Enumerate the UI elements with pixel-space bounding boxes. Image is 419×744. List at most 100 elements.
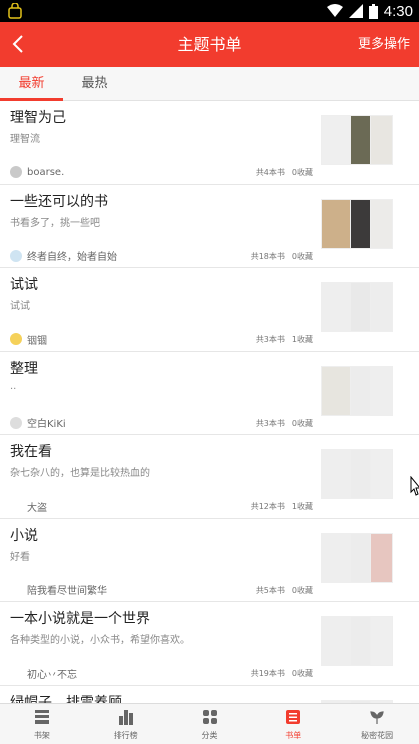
author-name: boarse. xyxy=(27,166,65,178)
avatar xyxy=(10,166,22,178)
nav-category[interactable]: 分类 xyxy=(168,704,252,744)
book-covers xyxy=(321,280,411,336)
booklist-author[interactable]: 铟锢 xyxy=(10,332,47,347)
booklist-title: 一本小说就是一个世界 xyxy=(10,611,150,627)
booklist-item[interactable]: 小说好看陪我看尽世间繁华 共5本书 0收藏 xyxy=(0,518,419,602)
fav-count: 0收藏 xyxy=(291,418,313,428)
book-count: 共4本书 xyxy=(255,168,285,177)
booklist-desc: 好看 xyxy=(10,551,30,563)
book-covers xyxy=(321,197,411,253)
fav-count: 0收藏 xyxy=(291,669,313,678)
nav-ranking[interactable]: 排行榜 xyxy=(84,704,168,744)
bookshelf-icon xyxy=(35,710,49,724)
book-cover xyxy=(321,616,351,666)
booklist-desc: 书看多了，挑一些吧 xyxy=(10,217,100,229)
battery-icon xyxy=(368,3,378,19)
booklist-title: 一些还可以的书 xyxy=(10,193,108,210)
ranking-icon xyxy=(118,710,133,725)
author-name: 终者自终，始者自始 xyxy=(27,252,117,263)
book-count: 共12本书 xyxy=(250,502,285,511)
wifi-icon xyxy=(326,4,343,17)
garden-icon xyxy=(370,711,384,724)
fav-count: 0收藏 xyxy=(291,585,313,595)
mouse-cursor-icon xyxy=(410,476,419,496)
book-cover xyxy=(321,198,351,249)
book-covers xyxy=(321,531,411,587)
booklist-icon xyxy=(286,710,301,724)
booklist-item[interactable]: 一些还可以的书书看多了，挑一些吧终者自终，始者自始 共18本书 0收藏 xyxy=(0,184,419,268)
book-count: 共5本书 xyxy=(255,585,285,595)
booklist-desc: .. xyxy=(10,380,17,392)
booklist-counts: 共5本书 0收藏 xyxy=(249,585,313,596)
booklist-item[interactable]: 试试 试试 铟锢 共3本书 1收藏 xyxy=(0,268,419,352)
booklist-counts: 共18本书 0收藏 xyxy=(244,251,313,262)
book-count: 共18本书 xyxy=(250,251,285,261)
tab-bar: 最新 最热 xyxy=(0,67,419,101)
booklist-item[interactable]: 绿帽子，排雷养顾 xyxy=(0,685,419,704)
book-cover xyxy=(321,699,351,703)
avatar xyxy=(10,583,22,596)
status-bar: 4:30 xyxy=(0,0,419,22)
booklist-title: 我在看 xyxy=(10,444,52,460)
author-name: 铟锢 xyxy=(27,335,47,347)
booklist-title: 整理 xyxy=(10,360,38,377)
booklist-desc: 杂七杂八的，也算是比较热血的 xyxy=(10,468,150,479)
book-cover xyxy=(321,115,351,165)
fav-count: 1收藏 xyxy=(291,335,313,344)
avatar xyxy=(10,249,22,262)
booklist-author[interactable]: 终者自终，始者自始 xyxy=(10,249,117,263)
booklist-desc: 各种类型的小说，小众书，希望你喜欢。 xyxy=(10,635,190,646)
booklist-author[interactable]: 初心丷不忘 xyxy=(10,666,77,681)
status-time: 4:30 xyxy=(383,2,413,20)
tab-newest[interactable]: 最新 xyxy=(0,67,63,101)
book-cover xyxy=(321,365,351,416)
booklist-author[interactable]: 空白KiKi xyxy=(10,416,66,430)
avatar xyxy=(10,416,22,429)
booklist-item[interactable]: 一本小说就是一个世界各种类型的小说，小众书，希望你喜欢。初心丷不忘 共19本书 0收… xyxy=(0,602,419,686)
tab-hottest[interactable]: 最热 xyxy=(63,67,126,101)
author-name: 空白KiKi xyxy=(27,419,66,430)
booklist-item[interactable]: 我在看杂七杂八的，也算是比较热血的大盗 共12本书 1收藏 xyxy=(0,435,419,519)
author-name: 陪我看尽世间繁华 xyxy=(27,586,107,597)
signal-icon xyxy=(348,4,363,18)
fav-count: 1收藏 xyxy=(291,502,313,511)
booklist-title: 小说 xyxy=(10,527,38,544)
booklist-list[interactable]: 理智为己 理智流 boarse. 共4本书 0收藏 一些还可以的书 书看多了，挑一些吧 终者自… xyxy=(0,101,419,703)
app-notification-icon xyxy=(8,3,22,19)
page-title: 主题书单 xyxy=(177,35,242,54)
app-bar: 主题书单 更多操作 xyxy=(0,22,419,67)
booklist-counts: 共3本书 0收藏 xyxy=(249,418,313,429)
booklist-author[interactable]: boarse. xyxy=(10,165,64,179)
booklist-counts: 共3本书 1收藏 xyxy=(249,334,313,345)
booklist-title: 试试 xyxy=(10,277,38,293)
booklist-item[interactable]: 理智为己 理智流 boarse. 共4本书 0收藏 xyxy=(0,101,419,185)
bottom-nav: 书架 排行榜 分类 书单 秘密花园 xyxy=(0,703,419,744)
author-name: 大盗 xyxy=(27,502,47,514)
booklist-counts: 共12本书 1收藏 xyxy=(244,501,313,512)
book-covers xyxy=(321,447,411,503)
more-actions-button[interactable]: 更多操作 xyxy=(358,22,410,67)
book-covers xyxy=(321,614,411,670)
category-icon xyxy=(202,710,217,724)
book-cover xyxy=(321,532,351,583)
nav-bookshelf[interactable]: 书架 xyxy=(0,704,84,744)
book-covers xyxy=(321,113,411,169)
avatar xyxy=(10,667,22,679)
booklist-author[interactable]: 陪我看尽世间繁华 xyxy=(10,583,107,597)
booklist-title: 理智为己 xyxy=(10,110,66,126)
booklist-counts: 共4本书 0收藏 xyxy=(249,167,313,178)
book-count: 共3本书 xyxy=(255,335,285,344)
booklist-item[interactable]: 整理.. 空白KiKi 共3本书 0收藏 xyxy=(0,351,419,435)
avatar xyxy=(10,333,22,345)
nav-secret-garden[interactable]: 秘密花园 xyxy=(335,704,419,744)
book-covers xyxy=(321,364,411,420)
author-name: 初心丷不忘 xyxy=(27,669,77,681)
book-cover xyxy=(321,282,351,332)
book-cover xyxy=(321,449,351,499)
fav-count: 0收藏 xyxy=(291,168,313,177)
nav-booklist[interactable]: 书单 xyxy=(251,704,335,744)
book-count: 共19本书 xyxy=(250,669,285,678)
book-count: 共3本书 xyxy=(255,418,285,428)
booklist-author[interactable]: 大盗 xyxy=(10,499,47,514)
booklist-title: 绿帽子，排雷养顾 xyxy=(10,694,122,704)
